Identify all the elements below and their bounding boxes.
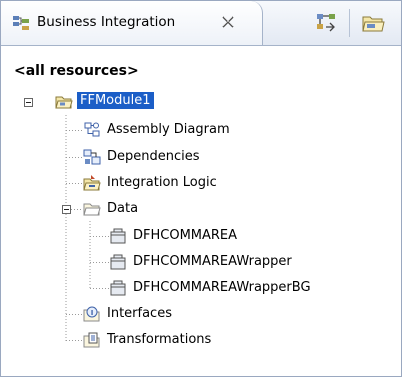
tree-node-label: Assembly Diagram <box>107 122 230 137</box>
interfaces-icon: I <box>83 306 100 322</box>
resource-filter-label[interactable]: <all resources> <box>14 63 139 79</box>
tree-node-assembly-diagram[interactable]: Assembly Diagram <box>83 120 283 142</box>
tree-node-label: Transformations <box>107 332 212 347</box>
business-object-icon <box>110 280 126 296</box>
folder-icon[interactable] <box>359 9 387 37</box>
tree-node-label: Integration Logic <box>107 175 217 190</box>
tree-node-interfaces[interactable]: I Interfaces <box>83 304 283 326</box>
data-collapse-toggle[interactable] <box>62 205 71 214</box>
filter-icon[interactable] <box>313 9 341 37</box>
module-icon <box>55 96 73 109</box>
integration-logic-icon <box>83 175 101 191</box>
tree-node-label: DFHCOMMAREAWrapperBG <box>133 280 311 295</box>
business-integration-view: Business Integration <all resources> FFM… <box>0 0 402 377</box>
tree-node-label: Dependencies <box>107 149 200 164</box>
business-integration-tab[interactable]: Business Integration <box>1 1 263 45</box>
tree-node-label: DFHCOMMAREAWrapper <box>133 254 292 269</box>
tree-node-dfhcommarea-wrapper[interactable]: DFHCOMMAREAWrapper <box>109 252 359 274</box>
view-tab-bar: Business Integration <box>1 1 401 46</box>
data-folder-icon <box>83 203 101 216</box>
view-title: Business Integration <box>37 14 176 30</box>
business-object-icon <box>110 254 126 270</box>
toolbar-separator <box>349 9 350 37</box>
tree-node-module[interactable]: FFModule1 <box>55 92 255 114</box>
tree-node-label: Data <box>107 201 139 216</box>
svg-text:I: I <box>91 309 94 317</box>
module-collapse-toggle[interactable] <box>24 98 33 107</box>
tree-node-dependencies[interactable]: Dependencies <box>83 147 283 169</box>
business-integration-icon <box>13 16 29 30</box>
tree-node-integration-logic[interactable]: Integration Logic <box>83 173 283 195</box>
close-icon[interactable] <box>219 13 237 31</box>
tree-node-data[interactable]: Data <box>83 199 283 221</box>
dependencies-icon <box>83 149 101 165</box>
tree-node-transformations[interactable]: Transformations <box>83 330 283 352</box>
tree-node-label: DFHCOMMAREA <box>133 228 238 243</box>
assembly-diagram-icon <box>84 122 100 137</box>
tree-node-label: FFModule1 <box>77 92 154 109</box>
tree-node-dfhcommarea-wrapper-bg[interactable]: DFHCOMMAREAWrapperBG <box>109 278 379 300</box>
transformations-icon <box>83 332 100 348</box>
business-object-icon <box>110 228 126 244</box>
tree-node-dfhcommarea[interactable]: DFHCOMMAREA <box>109 226 359 248</box>
tree-node-label: Interfaces <box>107 306 172 321</box>
